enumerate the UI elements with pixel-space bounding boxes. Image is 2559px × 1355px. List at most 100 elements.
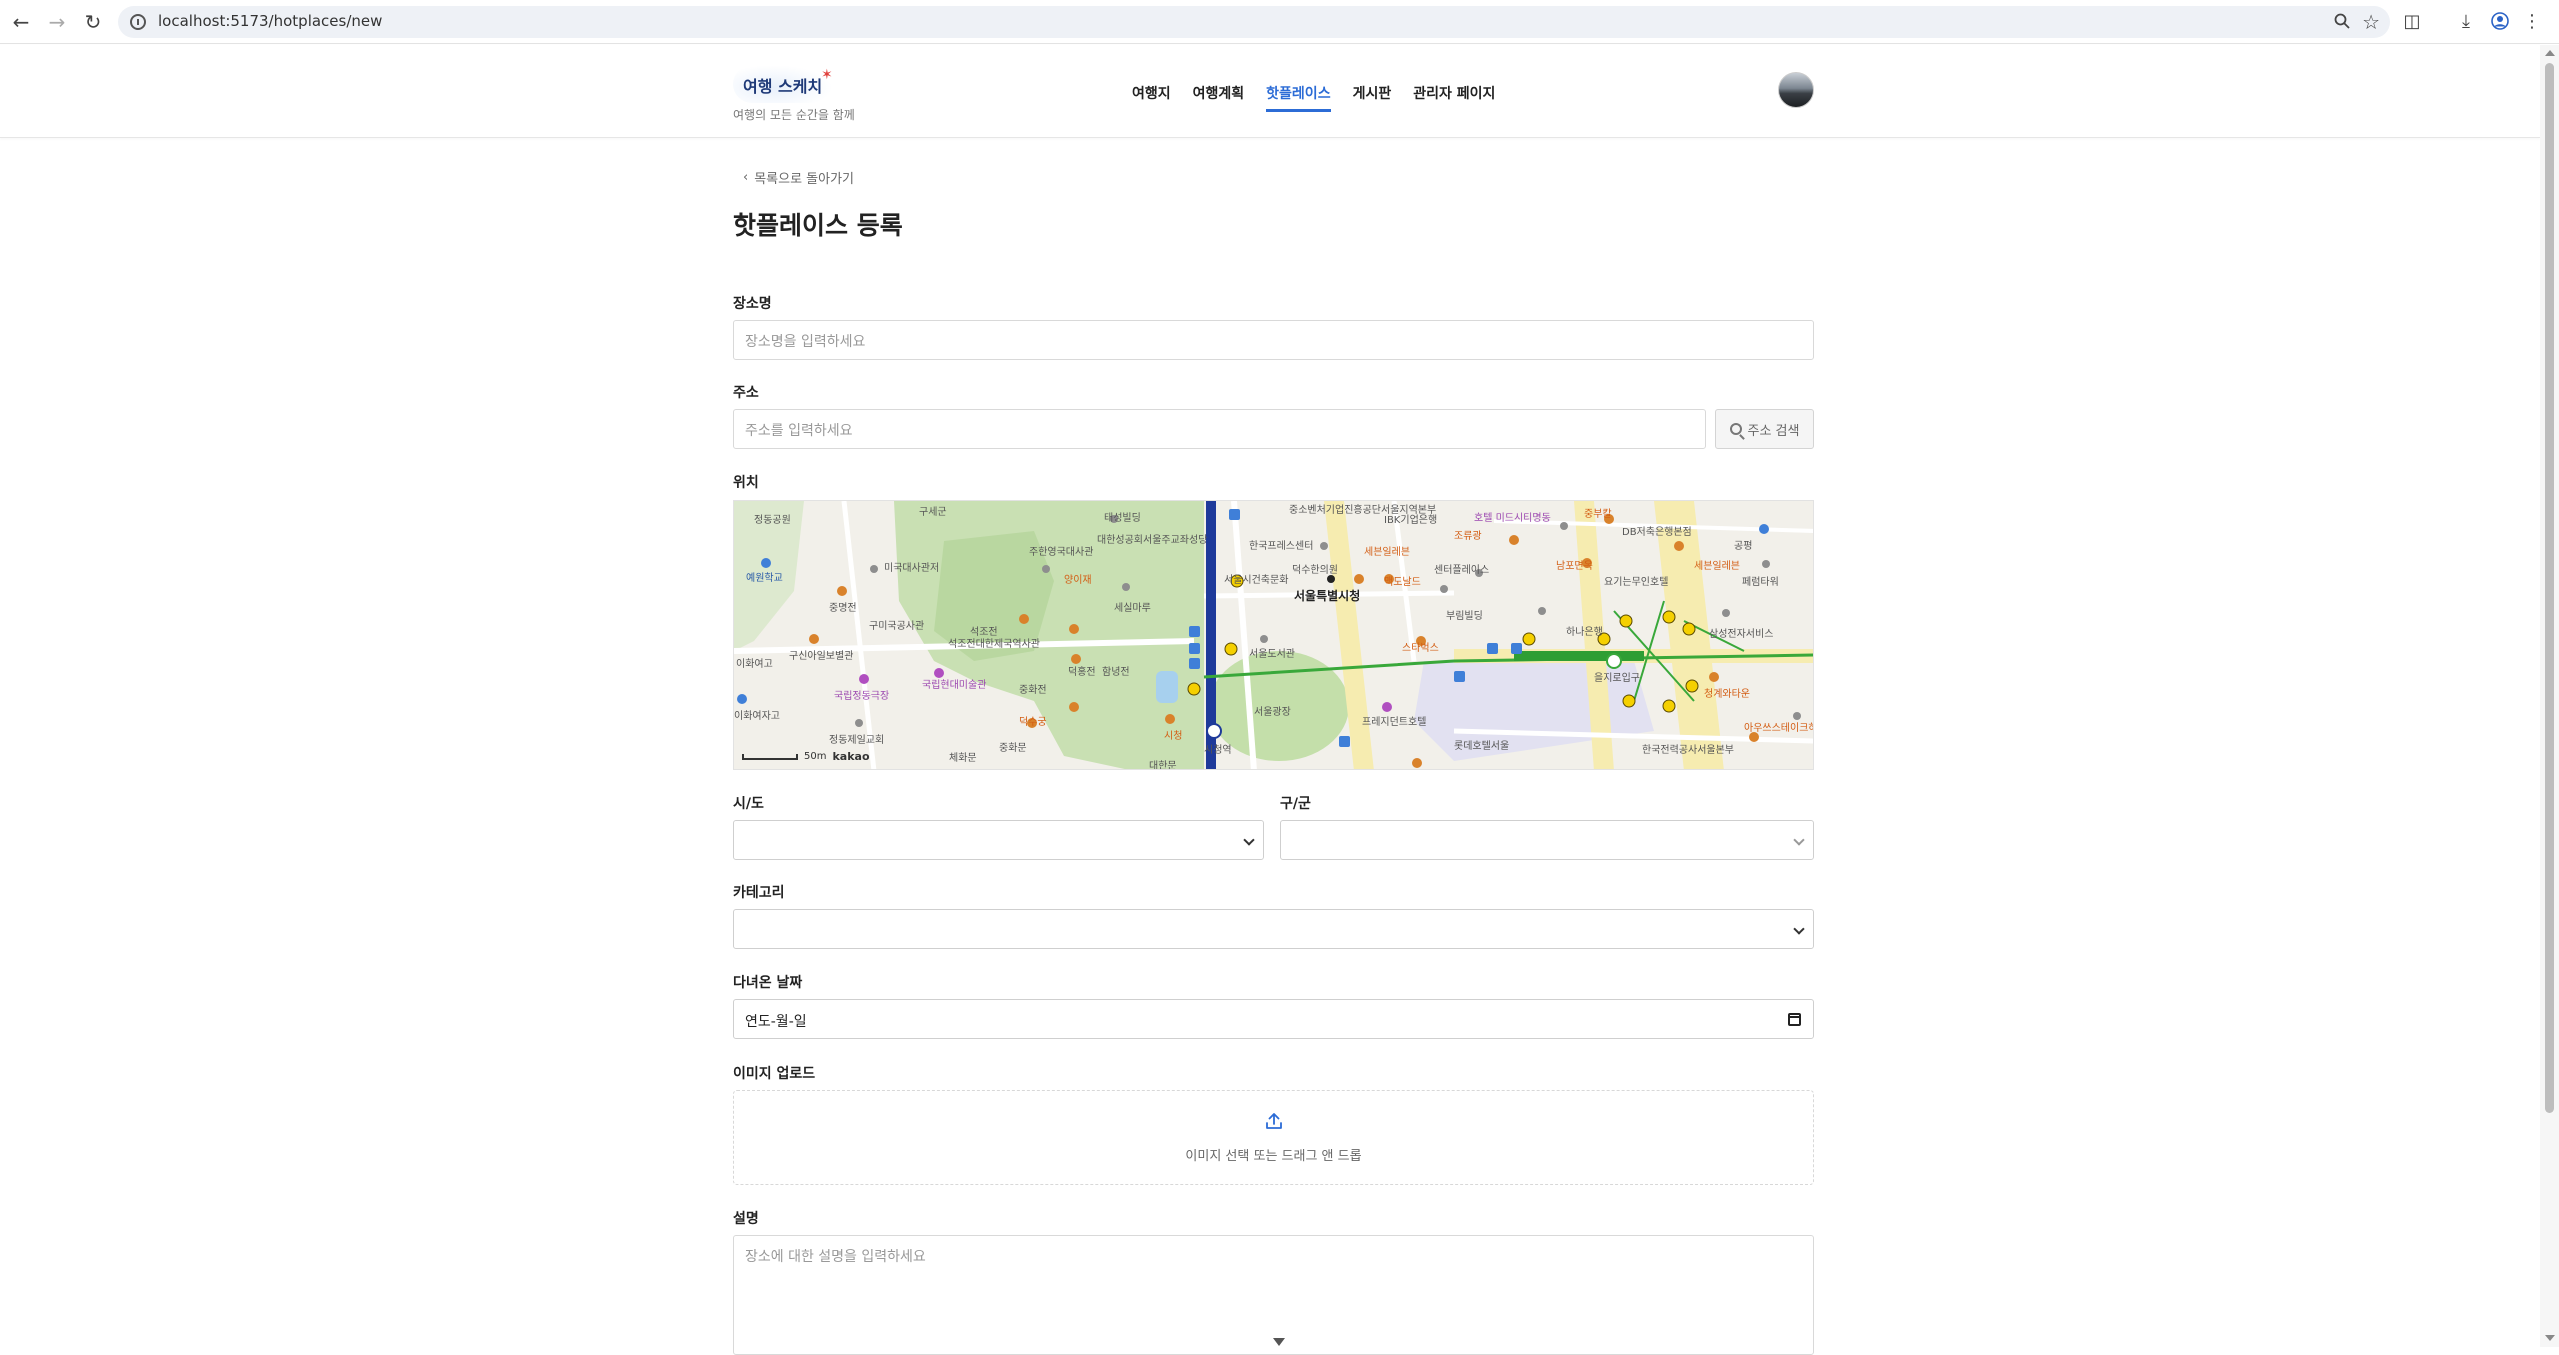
map-label: 정동제일교회	[829, 735, 885, 746]
zoom-icon[interactable]	[2334, 13, 2350, 29]
map-label: 대한성공회서울주교좌성당	[1097, 535, 1208, 546]
map-label: 세실마루	[1114, 603, 1151, 614]
map-label: 석조전대한제국역사관	[948, 639, 1040, 650]
nav-item-admin[interactable]: 관리자 페이지	[1413, 83, 1495, 112]
map-label: 구세군	[919, 507, 947, 518]
visit-date-label: 다녀온 날짜	[733, 975, 803, 991]
map-label: 대한문	[1149, 761, 1177, 770]
map-label: 조류광	[1454, 531, 1482, 542]
map-label: 한국프레스센터	[1249, 541, 1314, 552]
site-logo[interactable]: 여행 스케치 ✶	[733, 65, 843, 105]
map-label: 청계와타운	[1704, 689, 1750, 700]
map-label: 한국전력공사서울본부	[1642, 745, 1734, 756]
map-label: 중부칼	[1584, 509, 1612, 520]
menu-kebab-icon[interactable]: ⋮	[2520, 9, 2544, 33]
map-label: 페럼타워	[1742, 577, 1779, 588]
map-label: 시청	[1164, 731, 1183, 742]
back-arrow-icon[interactable]: ←	[8, 9, 34, 35]
chevron-left-icon: ‹	[743, 170, 749, 185]
reload-icon[interactable]: ↻	[80, 9, 106, 35]
calendar-icon[interactable]	[1788, 1013, 1801, 1026]
map-attribution: 50m kakao	[742, 750, 870, 763]
map-label: 덕수한의원	[1292, 565, 1338, 576]
image-dropzone-hint: 이미지 선택 또는 드래그 앤 드롭	[1185, 1149, 1362, 1164]
map-label: 구신아일보별관	[789, 651, 854, 662]
scrollbar-thumb[interactable]	[2545, 63, 2554, 1113]
map-scale-bar	[742, 753, 798, 760]
tagline: 여행의 모든 순간을 함께	[733, 108, 855, 122]
map-label: 서울광장	[1254, 707, 1291, 718]
map-label: 함녕전	[1102, 667, 1130, 678]
nav-item-board[interactable]: 게시판	[1353, 83, 1392, 112]
map-label: 세븐일레븐	[1364, 547, 1410, 558]
map-label: 국립정동극장	[834, 691, 890, 702]
back-link-label: 목록으로 돌아가기	[754, 172, 855, 187]
category-select[interactable]	[733, 909, 1814, 949]
main-nav: 여행지 여행계획 핫플레이스 게시판 관리자 페이지	[1132, 83, 1517, 112]
map-label: 주한영국대사관	[1029, 547, 1094, 558]
map-label: 중화전	[1019, 685, 1047, 696]
map-label: 부림빌딩	[1446, 611, 1483, 622]
place-name-input[interactable]: 장소명을 입력하세요	[733, 320, 1814, 360]
image-dropzone[interactable]: 이미지 선택 또는 드래그 앤 드롭	[733, 1090, 1814, 1185]
profile-icon[interactable]	[2488, 9, 2512, 33]
user-avatar[interactable]	[1778, 72, 1814, 108]
chevron-down-icon	[1793, 834, 1805, 846]
scroll-up-arrow-icon[interactable]	[2545, 50, 2555, 56]
map-label: 을지로입구	[1594, 673, 1640, 684]
scroll-down-arrow-icon[interactable]	[2545, 1335, 2555, 1341]
gugun-select[interactable]	[1280, 820, 1814, 860]
download-icon[interactable]: ⤓	[2454, 9, 2478, 33]
chevron-down-icon	[1243, 834, 1255, 846]
map-label: 아우쓰스테이크하우스	[1744, 723, 1813, 734]
map-label: 시청역	[1204, 745, 1232, 756]
bookmark-star-icon[interactable]: ☆	[2362, 10, 2380, 34]
nav-item-travel-plan[interactable]: 여행계획	[1193, 83, 1245, 112]
map-label: 남포면옥	[1556, 561, 1593, 572]
map-label: 맥도날드	[1384, 577, 1421, 588]
url-text[interactable]: localhost:5173/hotplaces/new	[158, 12, 382, 30]
forward-arrow-icon[interactable]: →	[44, 9, 70, 35]
site-header: 여행 스케치 ✶ 여행의 모든 순간을 함께 여행지 여행계획 핫플레이스 게시…	[0, 45, 2540, 138]
map-label: 예원학교	[746, 573, 783, 584]
location-label: 위치	[733, 475, 759, 491]
address-label: 주소	[733, 385, 759, 401]
visit-date-input[interactable]: 연도-월-일	[733, 999, 1814, 1039]
map-label: 프레지던트호텔	[1362, 717, 1427, 728]
map-label: 양이재	[1064, 575, 1092, 586]
map-label: 태성빌딩	[1104, 513, 1141, 524]
nav-item-destinations[interactable]: 여행지	[1132, 83, 1171, 112]
sido-select[interactable]	[733, 820, 1264, 860]
upload-icon	[1266, 1113, 1282, 1129]
map-label-city-hall: 서울특별시청	[1294, 589, 1361, 603]
map-label: 서울시건축문화	[1224, 575, 1289, 586]
nav-item-hotplaces[interactable]: 핫플레이스	[1266, 83, 1331, 112]
location-map[interactable]: 서울특별시청 정동공원 예원학교 구세군 중명전 구미국공사관 미국대사관저 주…	[733, 500, 1814, 770]
scroll-down-hint-icon[interactable]	[1273, 1338, 1285, 1346]
address-bar[interactable]: localhost:5173/hotplaces/new ☆	[118, 6, 2390, 38]
address-input[interactable]: 주소를 입력하세요	[733, 409, 1706, 449]
map-label: 덕홍전	[1068, 667, 1096, 678]
map-label: 정동공원	[754, 515, 791, 526]
page-scrollbar[interactable]	[2540, 45, 2559, 1347]
map-label: 국립현대미술관	[922, 680, 987, 691]
map-label: 덕수궁	[1019, 717, 1047, 728]
category-label: 카테고리	[733, 885, 785, 901]
map-label: 미국대사관저	[884, 563, 940, 574]
logo-text: 여행 스케치	[743, 77, 823, 96]
map-scale-label: 50m	[804, 751, 827, 762]
map-label: 세븐일레븐	[1694, 561, 1740, 572]
map-label: 스타벅스	[1402, 643, 1439, 654]
back-to-list-link[interactable]: ‹ 목록으로 돌아가기	[743, 168, 854, 187]
map-label: 공평	[1734, 541, 1753, 552]
address-search-button[interactable]: 주소 검색	[1715, 409, 1814, 449]
page-title: 핫플레이스 등록	[733, 211, 903, 240]
description-textarea[interactable]: 장소에 대한 설명을 입력하세요	[733, 1235, 1814, 1355]
chevron-down-icon	[1793, 923, 1805, 935]
extensions-icon[interactable]: ◫	[2400, 9, 2424, 33]
map-label: 요기는무인호텔	[1604, 577, 1669, 588]
logo-star-icon: ✶	[821, 67, 833, 83]
map-label: 삼성전자서비스	[1709, 629, 1774, 640]
kakao-logo[interactable]: kakao	[832, 750, 869, 763]
site-info-icon[interactable]	[130, 14, 146, 30]
